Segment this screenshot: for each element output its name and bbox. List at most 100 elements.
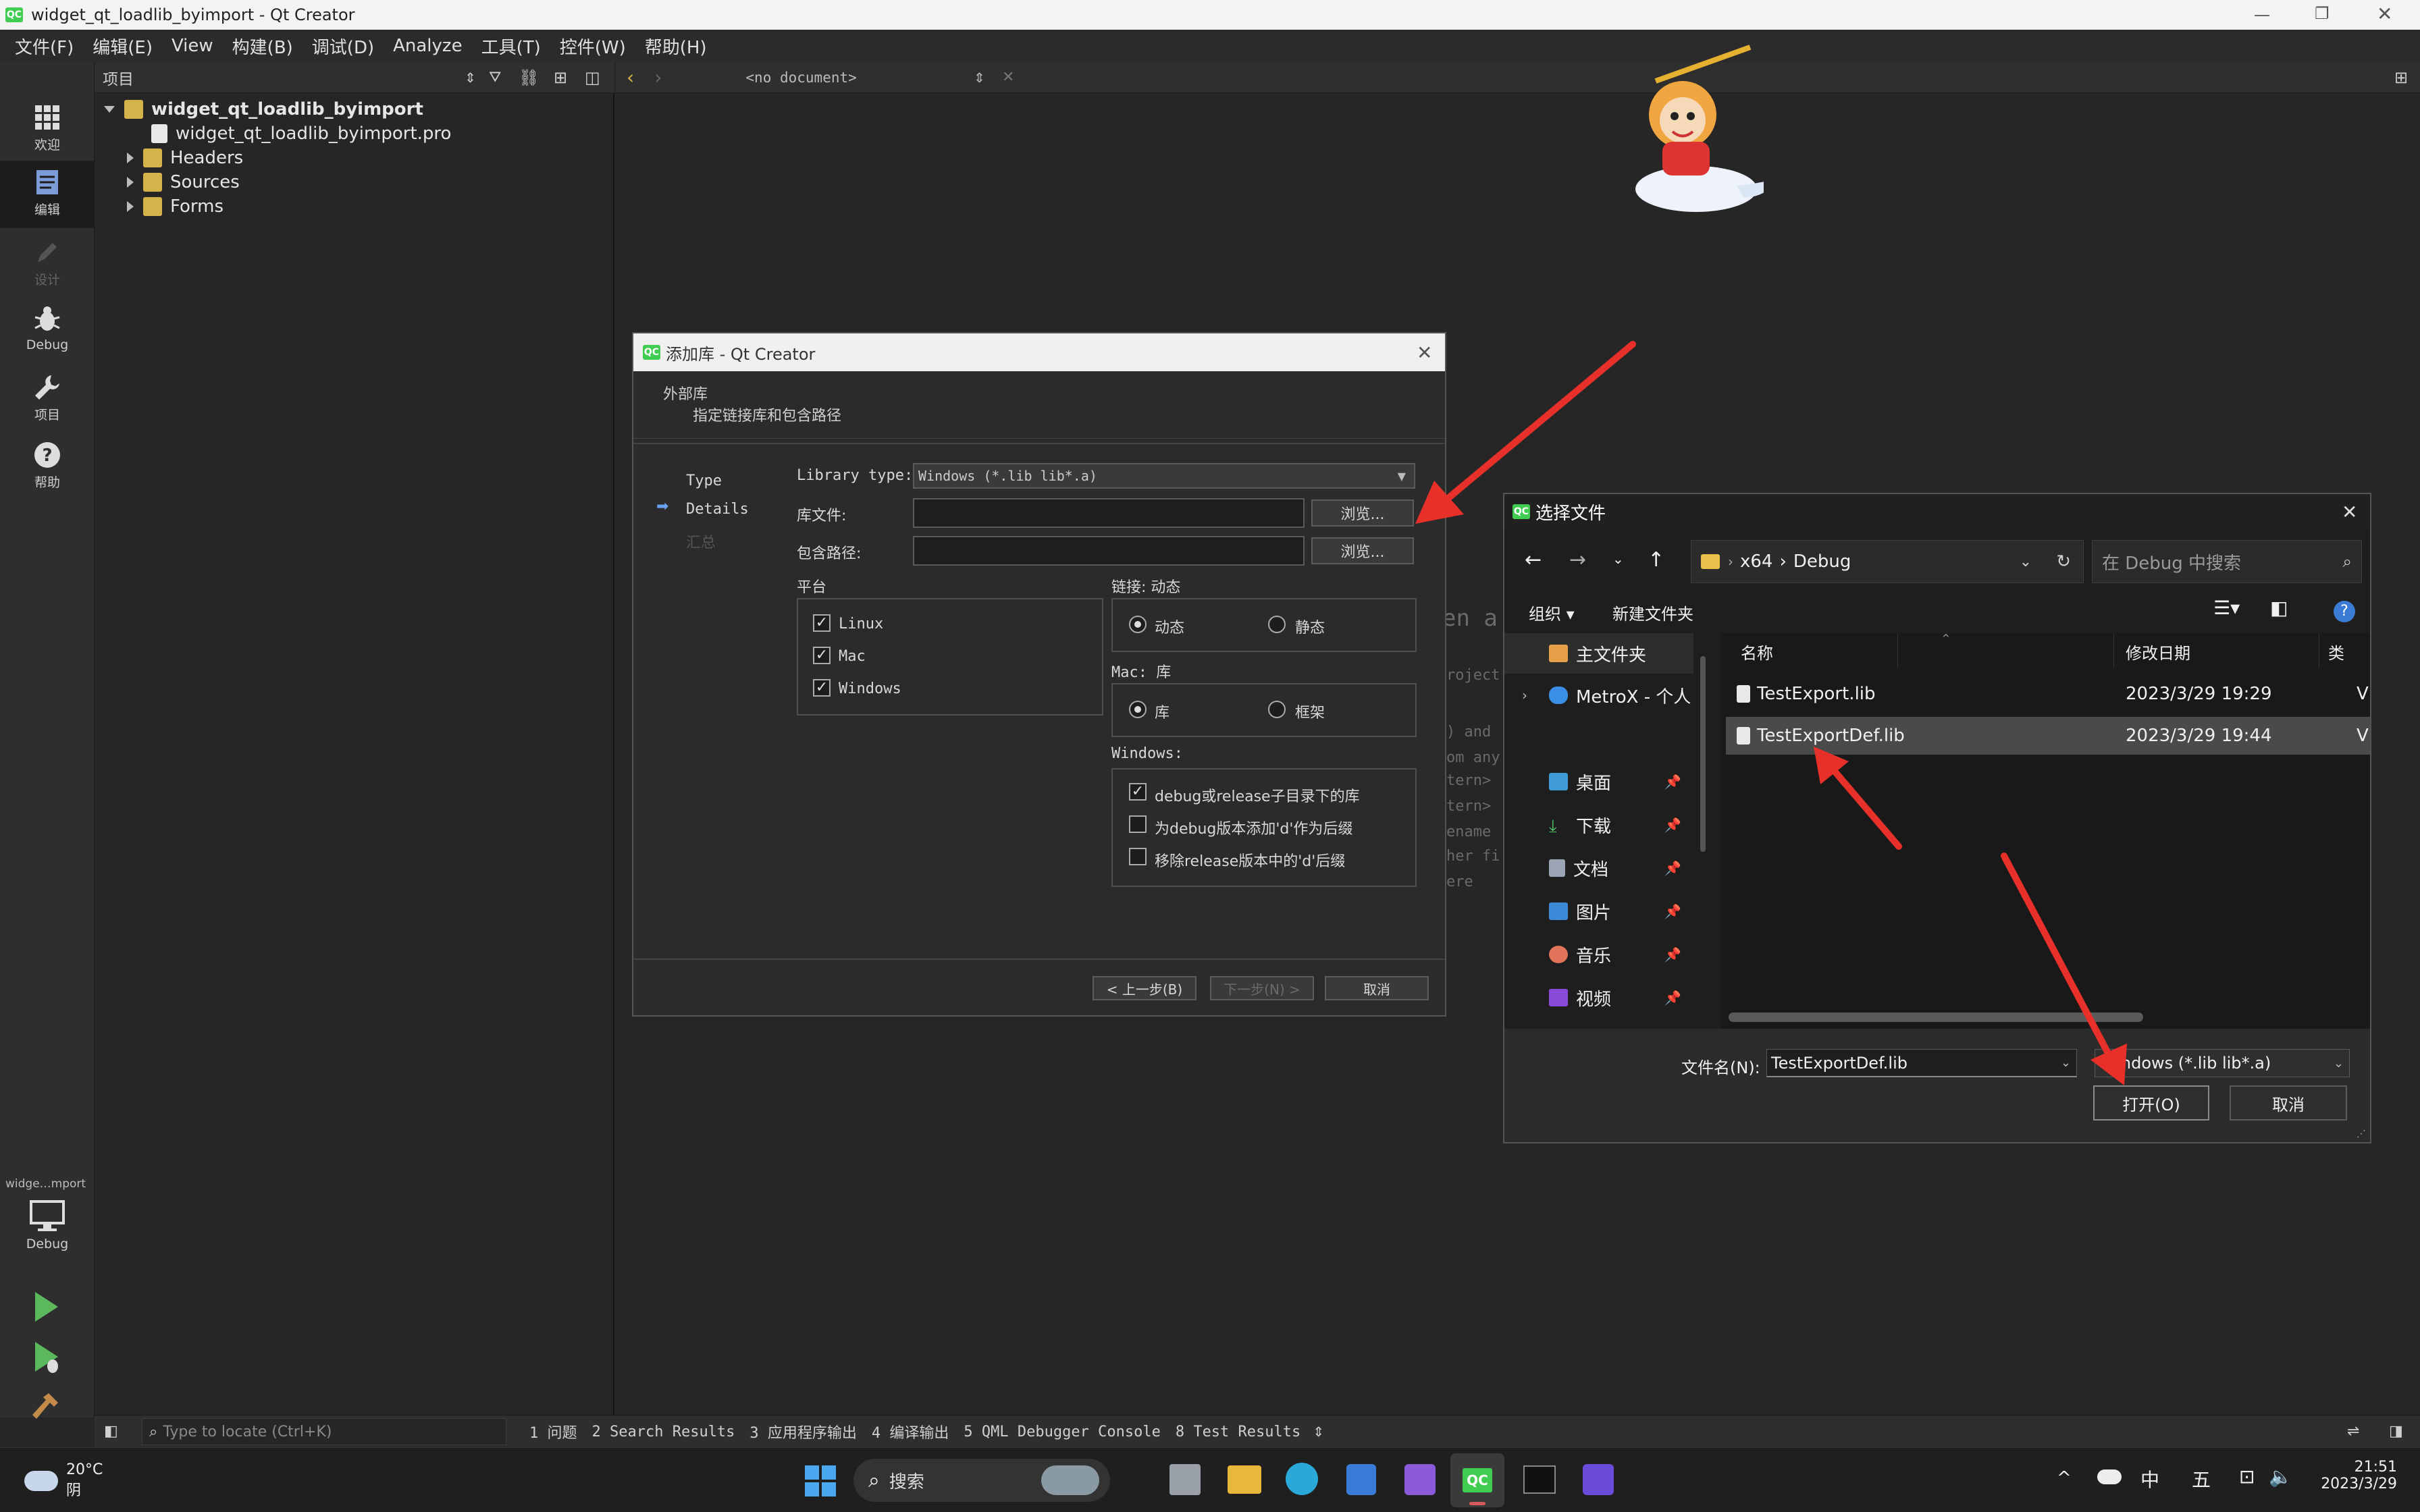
menu-controls[interactable]: 控件(W) — [560, 34, 626, 59]
column-name[interactable]: 名称 — [1741, 640, 1773, 664]
mode-welcome[interactable]: 欢迎 — [0, 96, 95, 161]
weather-widget[interactable]: 20°C 阴 — [24, 1461, 103, 1500]
browse-include-button[interactable]: 浏览... — [1311, 537, 1414, 564]
up-arrow-icon[interactable]: ↑ — [1648, 548, 1664, 572]
next-button[interactable]: 下一步(N) > — [1210, 976, 1314, 1000]
collapse-icon[interactable] — [127, 177, 134, 188]
terminal-icon[interactable] — [1523, 1465, 1556, 1494]
mode-help[interactable]: ? 帮助 — [0, 433, 95, 498]
tree-root[interactable]: widget_qt_loadlib_byimport — [104, 97, 423, 122]
mac-library-radio[interactable] — [1129, 701, 1147, 718]
nav-downloads[interactable]: ⤓ 下载 📌 — [1504, 805, 1693, 845]
include-path-input[interactable] — [913, 536, 1305, 566]
add-d-suffix-checkbox[interactable] — [1129, 815, 1147, 833]
open-button[interactable]: 打开(O) — [2093, 1085, 2209, 1120]
tab-qml-debugger[interactable]: 5 QML Debugger Console — [964, 1424, 1160, 1440]
toggle-sidebar-icon[interactable]: ◧ — [104, 1423, 118, 1440]
more-tabs-arrows-icon[interactable]: ⇕ — [1313, 1424, 1324, 1440]
cancel-button[interactable]: 取消 — [1325, 976, 1429, 1000]
lib-file-input[interactable] — [913, 498, 1305, 528]
filename-input[interactable]: TestExportDef.lib ⌄ — [1766, 1049, 2077, 1077]
column-type[interactable]: 类 — [2328, 640, 2344, 664]
collapse-icon[interactable] — [127, 201, 134, 212]
document-selector[interactable]: <no document> — [745, 70, 856, 86]
tree-forms[interactable]: Forms — [127, 194, 223, 219]
volume-icon[interactable]: 🔈 — [2269, 1465, 2292, 1488]
menu-build[interactable]: 构建(B) — [232, 34, 293, 59]
nav-scrollbar[interactable] — [1700, 656, 1706, 852]
tab-search-results[interactable]: 2 Search Results — [592, 1424, 735, 1440]
file-type-filter[interactable]: Windows (*.lib lib*.a) ⌄ — [2095, 1049, 2350, 1077]
dynamic-radio[interactable] — [1129, 616, 1147, 633]
file-row-selected[interactable]: TestExportDef.lib 2023/3/29 19:44 V — [1726, 717, 2370, 755]
menu-view[interactable]: View — [172, 36, 213, 56]
menu-tools[interactable]: 工具(T) — [481, 34, 541, 59]
onedrive-icon[interactable] — [2097, 1469, 2122, 1484]
mode-debug[interactable]: Debug — [0, 298, 95, 363]
collapse-icon[interactable] — [127, 153, 134, 163]
nav-videos[interactable]: 视频 📌 — [1504, 977, 1693, 1018]
file-list-hscrollbar[interactable] — [1729, 1013, 2143, 1022]
nav-desktop[interactable]: 桌面 📌 — [1504, 761, 1693, 802]
visual-studio-icon[interactable] — [1404, 1464, 1436, 1495]
file-dialog-close-icon[interactable]: ✕ — [2342, 501, 2357, 523]
file-explorer-icon[interactable] — [1228, 1465, 1261, 1494]
build-hammer-icon[interactable] — [30, 1389, 62, 1424]
network-icon[interactable]: ⊡ — [2239, 1465, 2255, 1488]
nav-documents[interactable]: 文档 📌 — [1504, 848, 1693, 888]
pane-selector-arrows-icon[interactable]: ⇕ — [465, 70, 476, 86]
doc-selector-arrows-icon[interactable]: ⇕ — [974, 70, 985, 86]
show-hidden-icons-icon[interactable]: ^ — [2057, 1468, 2072, 1488]
back-arrow-icon[interactable]: ← — [1525, 548, 1542, 572]
locator-input[interactable]: ⌕ Type to locate (Ctrl+K) — [142, 1418, 506, 1445]
address-bar[interactable]: › x64 › Debug ⌄ ↻ — [1691, 540, 2084, 583]
file-cancel-button[interactable]: 取消 — [2230, 1085, 2347, 1120]
close-pane-icon[interactable]: ◫ — [585, 68, 600, 87]
help-icon[interactable]: ? — [2334, 601, 2355, 622]
linux-checkbox[interactable]: ✓ — [813, 614, 831, 632]
menu-edit[interactable]: 编辑(E) — [93, 34, 153, 59]
ime-mode-indicator[interactable]: 五 — [2192, 1465, 2211, 1492]
store-icon[interactable] — [1346, 1464, 1376, 1495]
library-type-select[interactable]: Windows (*.lib lib*.a) ▼ — [913, 463, 1415, 489]
run-icon[interactable] — [30, 1289, 62, 1324]
clock[interactable]: 21:51 2023/3/29 — [2316, 1459, 2397, 1492]
column-date[interactable]: 修改日期 — [2126, 640, 2190, 664]
menu-help[interactable]: 帮助(H) — [645, 34, 707, 59]
tree-headers[interactable]: Headers — [127, 146, 243, 170]
search-box[interactable]: 在 Debug 中搜索 ⌕ — [2092, 540, 2362, 583]
menu-file[interactable]: 文件(F) — [15, 34, 74, 59]
debug-release-subdir-checkbox[interactable]: ✓ — [1129, 783, 1147, 801]
nav-music[interactable]: 音乐 📌 — [1504, 934, 1693, 975]
expand-icon[interactable] — [104, 106, 115, 113]
forward-icon[interactable]: › — [654, 66, 662, 88]
visual-studio-2-icon[interactable] — [1583, 1464, 1614, 1495]
view-list-icon[interactable]: ☰▾ — [2213, 597, 2240, 619]
nav-home[interactable]: 主文件夹 — [1504, 633, 1693, 674]
tab-test-results[interactable]: 8 Test Results — [1176, 1424, 1300, 1440]
nav-onedrive[interactable]: › MetroX - 个人 — [1504, 675, 1693, 716]
split-icon[interactable]: ⊞ — [554, 68, 567, 87]
forward-arrow-icon[interactable]: → — [1569, 548, 1586, 572]
remove-d-suffix-checkbox[interactable] — [1129, 848, 1147, 865]
ime-indicator[interactable]: 中 — [2140, 1465, 2159, 1492]
debug-run-icon[interactable] — [30, 1339, 62, 1374]
tab-issues[interactable]: 1 问题 — [529, 1421, 577, 1442]
file-row[interactable]: TestExport.lib 2023/3/29 19:29 V — [1726, 675, 2370, 713]
tab-compile-output[interactable]: 4 编译输出 — [872, 1421, 949, 1442]
windows-checkbox[interactable]: ✓ — [813, 679, 831, 697]
close-icon[interactable]: ✕ — [2377, 3, 2392, 25]
mode-projects[interactable]: 项目 — [0, 366, 95, 431]
output-options-icon[interactable]: ⇌ — [2347, 1423, 2359, 1440]
chevron-down-icon[interactable]: ⌄ — [2020, 554, 2032, 570]
split-editor-icon[interactable]: ⊞ — [2394, 68, 2408, 87]
menu-analyze[interactable]: Analyze — [393, 36, 462, 56]
recent-dropdown-icon[interactable]: ⌄ — [1612, 551, 1624, 567]
mac-framework-radio[interactable] — [1268, 701, 1286, 718]
resize-grip-icon[interactable]: ⋰ — [2357, 1129, 2366, 1139]
browse-lib-button[interactable]: 浏览... — [1311, 500, 1414, 526]
tree-pro-file[interactable]: widget_qt_loadlib_byimport.pro — [151, 122, 451, 146]
back-button[interactable]: < 上一步(B) — [1093, 976, 1196, 1000]
filter-icon[interactable]: ⛛ — [489, 69, 501, 86]
refresh-icon[interactable]: ↻ — [2056, 551, 2071, 572]
